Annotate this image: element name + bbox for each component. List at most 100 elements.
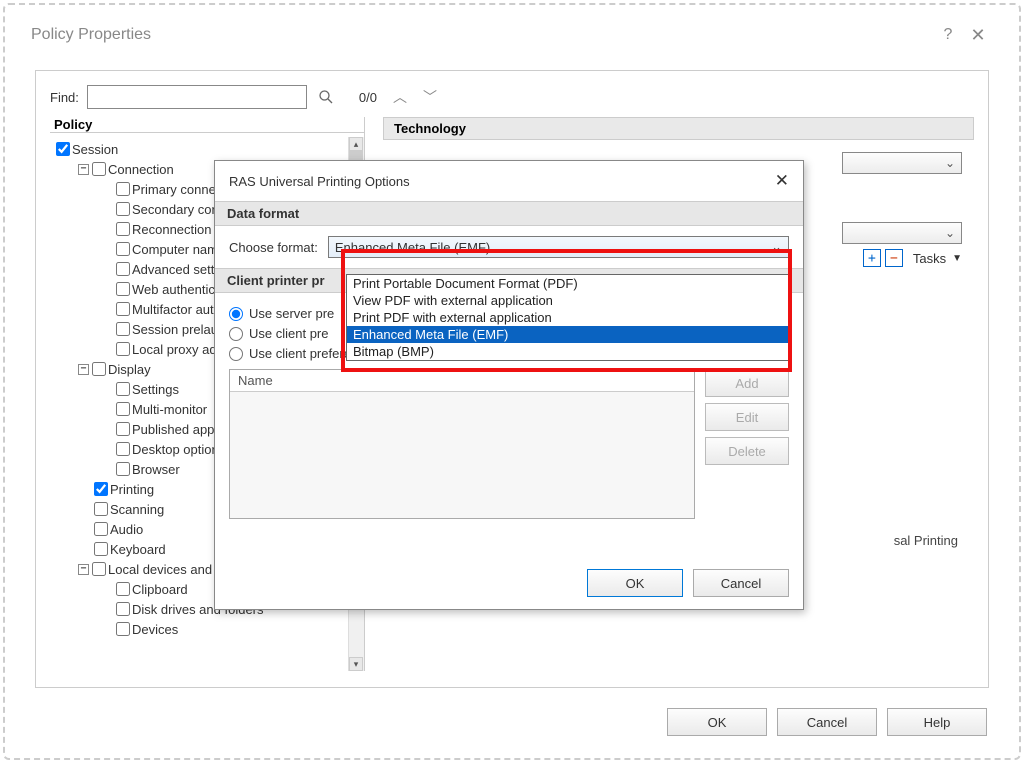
delete-button[interactable]: Delete bbox=[705, 437, 789, 465]
radio-following-input[interactable] bbox=[229, 347, 243, 361]
add-button[interactable]: Add bbox=[705, 369, 789, 397]
tree-checkbox[interactable] bbox=[116, 302, 130, 316]
tree-item-label: Display bbox=[108, 362, 151, 377]
tree-checkbox[interactable] bbox=[116, 222, 130, 236]
tree-item-label: Desktop options bbox=[132, 442, 225, 457]
tree-item-label: Multi-monitor bbox=[132, 402, 207, 417]
radio-client-input[interactable] bbox=[229, 327, 243, 341]
scroll-up-icon[interactable]: ▴ bbox=[349, 137, 363, 151]
tree-item-label: Printing bbox=[110, 482, 154, 497]
name-column-header[interactable]: Name bbox=[230, 370, 694, 392]
tree-item[interactable]: Session bbox=[52, 139, 348, 159]
tree-item-label: Computer name bbox=[132, 242, 225, 257]
edit-button[interactable]: Edit bbox=[705, 403, 789, 431]
tree-checkbox[interactable] bbox=[116, 622, 130, 636]
tasks-label[interactable]: Tasks bbox=[913, 251, 946, 266]
main-help-button[interactable]: Help bbox=[887, 708, 987, 736]
help-icon[interactable]: ? bbox=[933, 26, 963, 44]
tree-checkbox[interactable] bbox=[94, 502, 108, 516]
tree-checkbox[interactable] bbox=[94, 542, 108, 556]
technology-dropdown[interactable] bbox=[842, 152, 962, 174]
dialog-close-icon[interactable]: ✕ bbox=[775, 171, 789, 191]
tree-checkbox[interactable] bbox=[116, 342, 130, 356]
tree-checkbox[interactable] bbox=[92, 562, 106, 576]
format-combobox[interactable]: Enhanced Meta File (EMF) bbox=[328, 236, 789, 258]
find-row: Find: 0/0 ︿ ﹀ bbox=[50, 85, 974, 109]
tree-item-label: Multifactor auth bbox=[132, 302, 221, 317]
tree-item-label: Primary conne bbox=[132, 182, 216, 197]
radio-server-label: Use server pre bbox=[249, 306, 334, 321]
tree-checkbox[interactable] bbox=[116, 442, 130, 456]
tree-item-label: Audio bbox=[110, 522, 143, 537]
tree-checkbox[interactable] bbox=[92, 162, 106, 176]
dialog-ok-button[interactable]: OK bbox=[587, 569, 683, 597]
tree-checkbox[interactable] bbox=[116, 582, 130, 596]
tree-checkbox[interactable] bbox=[116, 462, 130, 476]
dropdown-option[interactable]: View PDF with external application bbox=[347, 292, 789, 309]
expand-all-icon[interactable]: + bbox=[863, 249, 881, 267]
dropdown-option[interactable]: Print PDF with external application bbox=[347, 309, 789, 326]
tree-item-label: Local devices and bbox=[108, 562, 212, 577]
find-next-icon[interactable]: ﹀ bbox=[423, 87, 437, 107]
technology-header: Technology bbox=[383, 117, 974, 140]
find-count: 0/0 bbox=[359, 90, 377, 105]
radio-client-label: Use client pre bbox=[249, 326, 328, 341]
tree-checkbox[interactable] bbox=[116, 382, 130, 396]
tree-checkbox[interactable] bbox=[56, 142, 70, 156]
partial-text-sal-printing: sal Printing bbox=[894, 533, 958, 548]
dialog-title: RAS Universal Printing Options bbox=[229, 174, 410, 189]
main-cancel-button[interactable]: Cancel bbox=[777, 708, 877, 736]
collapse-icon[interactable]: − bbox=[78, 364, 89, 375]
tree-item-label: Secondary conn bbox=[132, 202, 226, 217]
find-label: Find: bbox=[50, 90, 79, 105]
close-icon[interactable]: ✕ bbox=[963, 25, 993, 46]
tree-item-label: Reconnection bbox=[132, 222, 212, 237]
dialog-footer: OK Cancel bbox=[587, 569, 789, 597]
tree-checkbox[interactable] bbox=[116, 402, 130, 416]
format-row: Choose format: Enhanced Meta File (EMF) bbox=[229, 236, 789, 258]
printing-options-dialog: RAS Universal Printing Options ✕ Data fo… bbox=[214, 160, 804, 610]
format-dropdown-list[interactable]: Print Portable Document Format (PDF)View… bbox=[346, 274, 790, 361]
tree-item-label: Scanning bbox=[110, 502, 164, 517]
tree-checkbox[interactable] bbox=[116, 262, 130, 276]
title-bar: Policy Properties ? ✕ bbox=[15, 15, 1009, 55]
tree-item-label: Keyboard bbox=[110, 542, 166, 557]
dropdown-option[interactable]: Print Portable Document Format (PDF) bbox=[347, 275, 789, 292]
printer-buttons: Add Edit Delete bbox=[705, 369, 789, 519]
scroll-down-icon[interactable]: ▾ bbox=[349, 657, 363, 671]
tree-checkbox[interactable] bbox=[116, 182, 130, 196]
main-ok-button[interactable]: OK bbox=[667, 708, 767, 736]
tree-item-label: Devices bbox=[132, 622, 178, 637]
find-input[interactable] bbox=[87, 85, 307, 109]
data-format-section-header: Data format bbox=[215, 201, 803, 226]
tree-checkbox[interactable] bbox=[92, 362, 106, 376]
search-icon[interactable] bbox=[315, 86, 337, 108]
tree-item-label: Clipboard bbox=[132, 582, 188, 597]
tree-header: Policy bbox=[50, 117, 364, 133]
tree-checkbox[interactable] bbox=[116, 282, 130, 296]
collapse-icon[interactable]: − bbox=[78, 564, 89, 575]
tasks-row: + − Tasks ▼ bbox=[863, 249, 962, 267]
printer-listbox[interactable]: Name bbox=[229, 369, 695, 519]
find-prev-icon[interactable]: ︿ bbox=[393, 87, 407, 107]
tree-checkbox[interactable] bbox=[116, 422, 130, 436]
tree-item[interactable]: Devices bbox=[52, 619, 348, 639]
dropdown-option[interactable]: Enhanced Meta File (EMF) bbox=[347, 326, 789, 343]
tree-checkbox[interactable] bbox=[94, 522, 108, 536]
tree-item-label: Published applic bbox=[132, 422, 227, 437]
tree-checkbox[interactable] bbox=[116, 242, 130, 256]
main-footer: OK Cancel Help bbox=[667, 708, 987, 736]
tasks-dropdown-icon[interactable]: ▼ bbox=[952, 253, 962, 264]
tree-checkbox[interactable] bbox=[116, 202, 130, 216]
radio-server-input[interactable] bbox=[229, 307, 243, 321]
dropdown-option[interactable]: Bitmap (BMP) bbox=[347, 343, 789, 360]
tree-item-label: Connection bbox=[108, 162, 174, 177]
tree-checkbox[interactable] bbox=[94, 482, 108, 496]
collapse-icon[interactable]: − bbox=[78, 164, 89, 175]
secondary-dropdown[interactable] bbox=[842, 222, 962, 244]
tree-checkbox[interactable] bbox=[116, 602, 130, 616]
dialog-cancel-button[interactable]: Cancel bbox=[693, 569, 789, 597]
collapse-all-icon[interactable]: − bbox=[885, 249, 903, 267]
choose-format-label: Choose format: bbox=[229, 240, 318, 255]
tree-checkbox[interactable] bbox=[116, 322, 130, 336]
